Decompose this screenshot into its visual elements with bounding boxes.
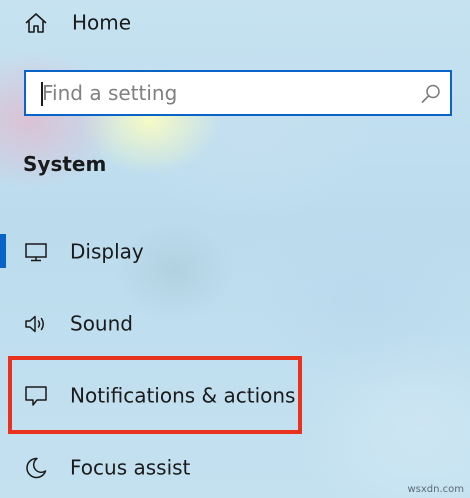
nav-item-display[interactable]: Display	[0, 230, 470, 274]
search-input[interactable]	[42, 72, 402, 114]
search-icon[interactable]	[420, 83, 442, 105]
nav-item-label: Focus assist	[70, 455, 191, 480]
nav-item-focus-assist[interactable]: Focus assist	[0, 446, 470, 490]
highlight-box	[8, 356, 302, 434]
nav-item-sound[interactable]: Sound	[0, 302, 470, 346]
watermark: wsxdn.com	[407, 484, 464, 495]
search-box[interactable]	[24, 70, 452, 116]
moon-icon	[22, 455, 50, 481]
home-nav-item[interactable]: Home	[0, 1, 470, 45]
monitor-icon	[22, 239, 50, 265]
speaker-icon	[22, 311, 50, 337]
home-label: Home	[72, 10, 132, 35]
nav-item-label: Sound	[70, 311, 133, 336]
nav-item-label: Display	[70, 239, 144, 264]
section-title: System	[23, 152, 107, 176]
home-icon	[22, 10, 50, 36]
